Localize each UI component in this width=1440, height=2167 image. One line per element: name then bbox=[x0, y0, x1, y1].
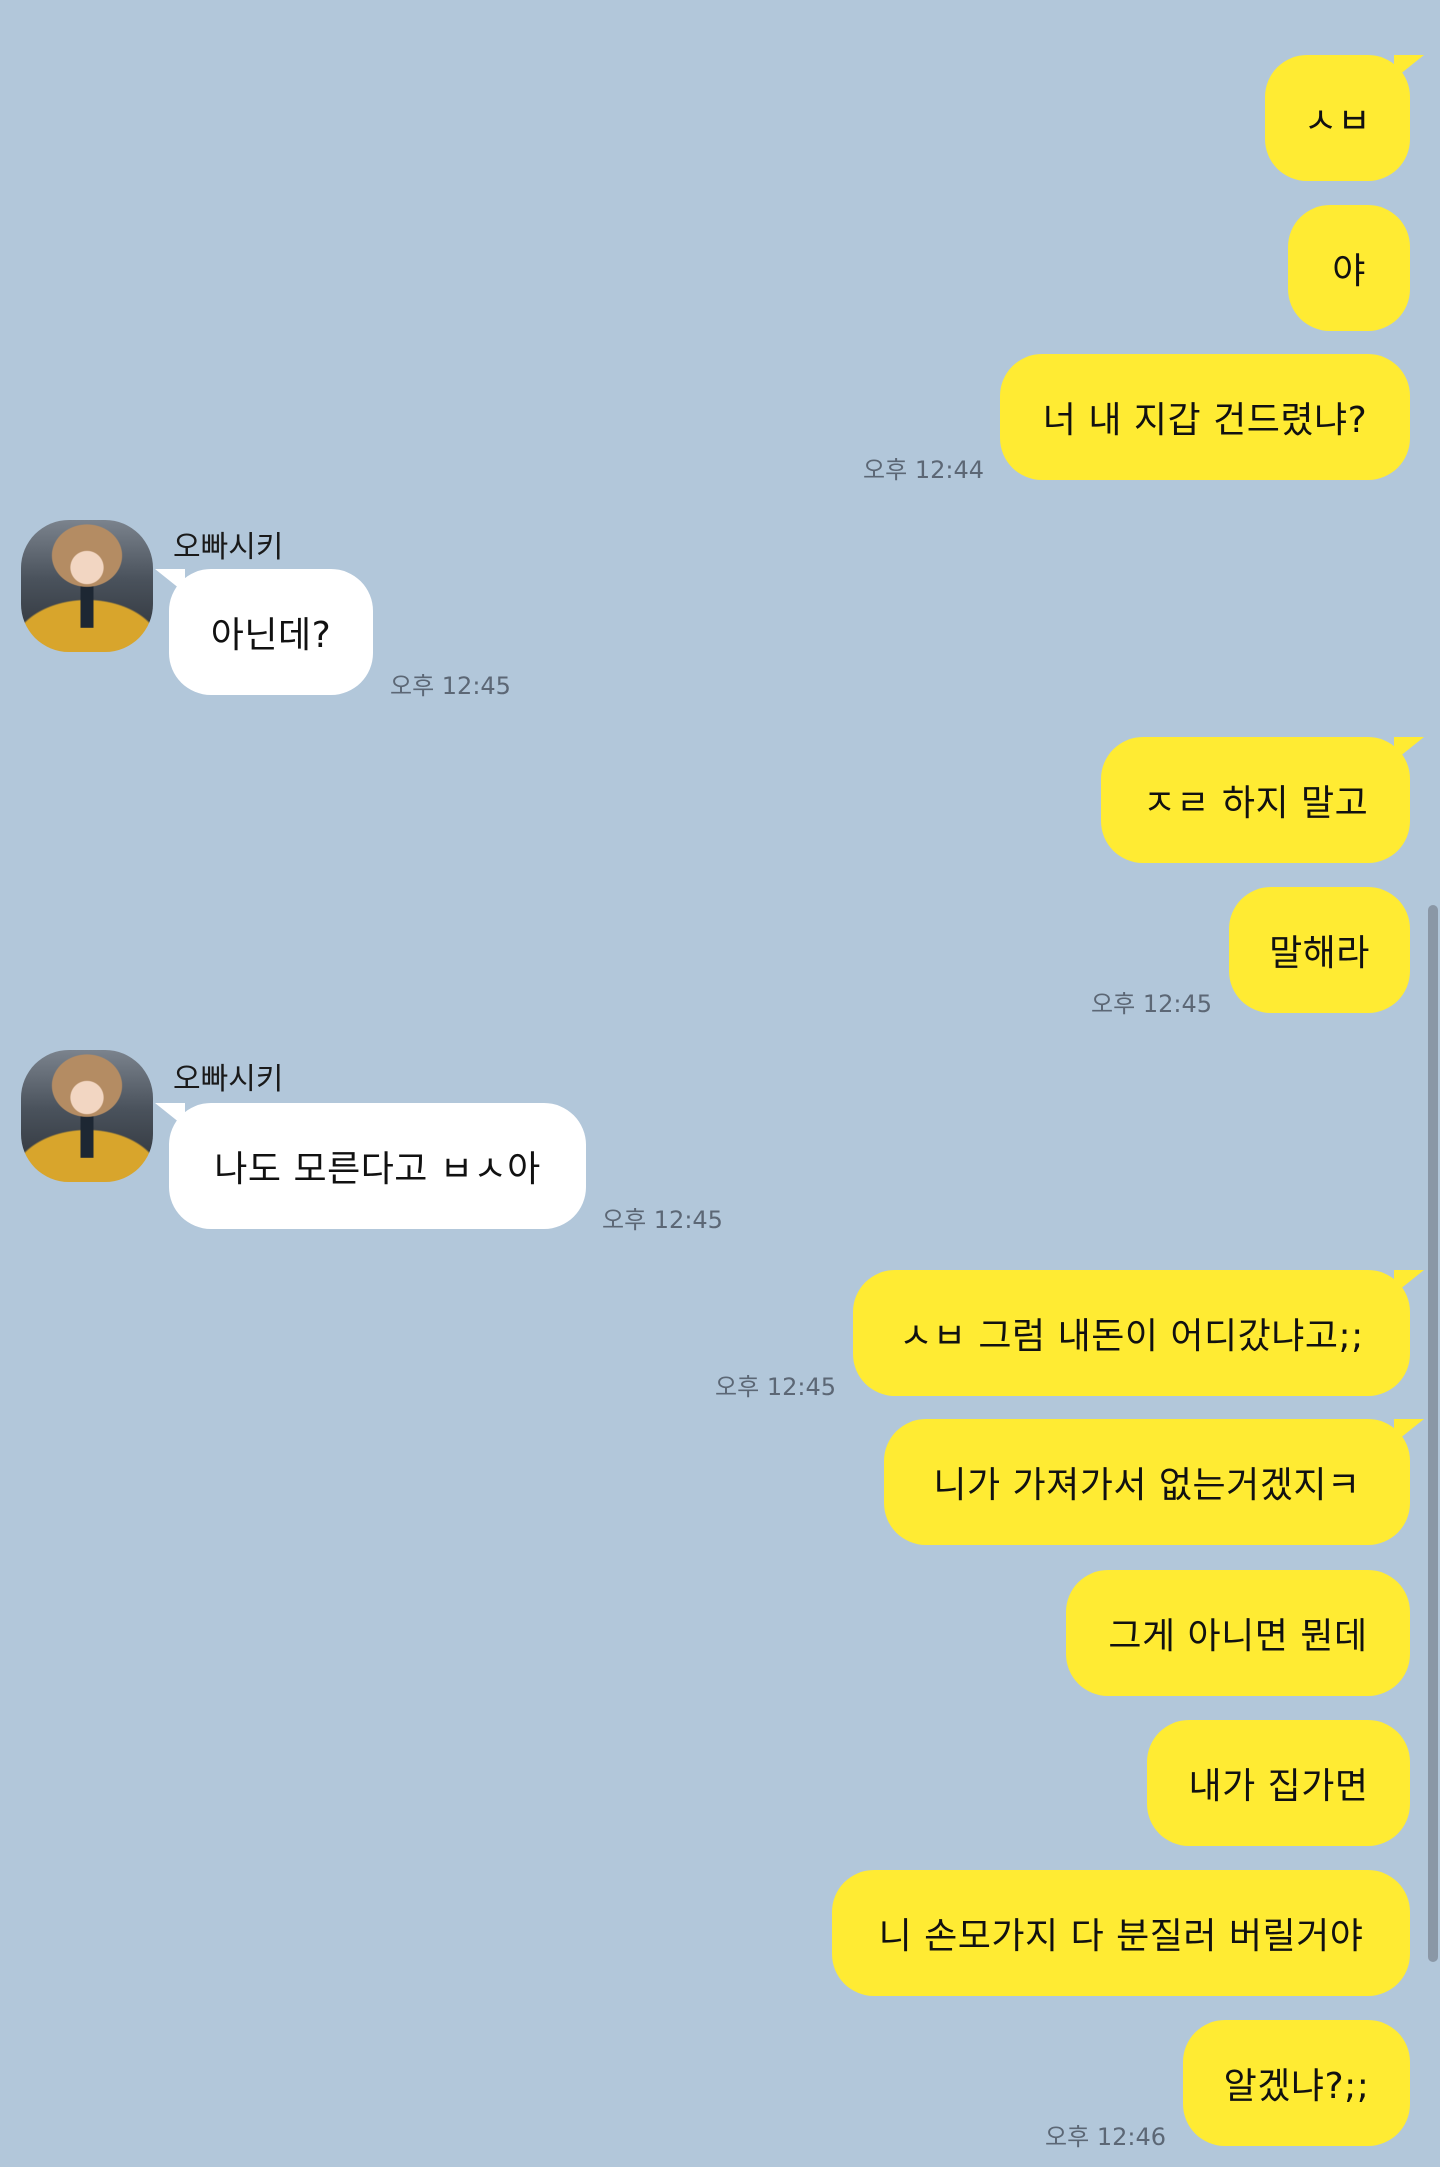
sent-message-bubble[interactable]: 그게 아니면 뭔데 bbox=[1066, 1570, 1410, 1696]
scrollbar[interactable] bbox=[1428, 905, 1438, 1962]
message-text: ㅅㅂ bbox=[1303, 101, 1372, 142]
received-message-bubble[interactable]: 아닌데? bbox=[155, 569, 373, 695]
message-timestamp: 오후 12:44 bbox=[863, 456, 984, 484]
sender-name: 오빠시키 bbox=[173, 530, 284, 565]
sent-message-bubble[interactable]: ㅅㅂ 그럼 내돈이 어디갔냐고;; bbox=[853, 1270, 1424, 1396]
message-text: ㅈㄹ 하지 말고 bbox=[1142, 783, 1369, 824]
sent-message-bubble[interactable]: 너 내 지갑 건드렸냐? bbox=[1000, 354, 1410, 480]
sender-name: 오빠시키 bbox=[173, 1062, 284, 1097]
message-text: 아닌데? bbox=[210, 615, 332, 656]
message-text: 나도 모른다고 ㅂㅅ아 bbox=[214, 1149, 541, 1190]
message-text: 야 bbox=[1332, 251, 1366, 292]
chat-window[interactable]: ㅅㅂ 야 너 내 지갑 건드렸냐? 오후 12:44 오빠시키 아닌데? 오후 … bbox=[0, 0, 1440, 2167]
message-text: 그게 아니면 뭔데 bbox=[1108, 1616, 1368, 1657]
message-timestamp: 오후 12:45 bbox=[602, 1206, 723, 1234]
message-text: 니 손모가지 다 분질러 버릴거야 bbox=[878, 1916, 1364, 1957]
sent-message-bubble[interactable]: 야 bbox=[1288, 205, 1410, 331]
sent-message-bubble[interactable]: 니 손모가지 다 분질러 버릴거야 bbox=[832, 1870, 1410, 1996]
sent-message-bubble[interactable]: 알겠냐?;; bbox=[1183, 2020, 1410, 2146]
message-text: 알겠냐?;; bbox=[1223, 2066, 1370, 2107]
received-message-bubble[interactable]: 나도 모른다고 ㅂㅅ아 bbox=[155, 1103, 586, 1229]
sent-message-bubble[interactable]: ㅅㅂ bbox=[1265, 55, 1424, 181]
message-timestamp: 오후 12:45 bbox=[1091, 990, 1212, 1018]
sent-message-bubble[interactable]: 내가 집가면 bbox=[1147, 1720, 1410, 1846]
avatar[interactable] bbox=[21, 1050, 153, 1182]
sent-message-bubble[interactable]: 말해라 bbox=[1229, 887, 1410, 1013]
message-text: 말해라 bbox=[1269, 933, 1370, 974]
message-text: 니가 가져가서 없는거겠지ㅋ bbox=[933, 1465, 1361, 1506]
message-timestamp: 오후 12:45 bbox=[390, 672, 511, 700]
message-timestamp: 오후 12:45 bbox=[715, 1373, 836, 1401]
message-text: 내가 집가면 bbox=[1188, 1766, 1369, 1807]
avatar[interactable] bbox=[21, 520, 153, 652]
sent-message-bubble[interactable]: ㅈㄹ 하지 말고 bbox=[1101, 737, 1424, 863]
message-text: ㅅㅂ 그럼 내돈이 어디갔냐고;; bbox=[899, 1316, 1364, 1357]
message-text: 너 내 지갑 건드렸냐? bbox=[1042, 400, 1368, 441]
message-timestamp: 오후 12:46 bbox=[1045, 2123, 1166, 2151]
sent-message-bubble[interactable]: 니가 가져가서 없는거겠지ㅋ bbox=[884, 1419, 1424, 1545]
